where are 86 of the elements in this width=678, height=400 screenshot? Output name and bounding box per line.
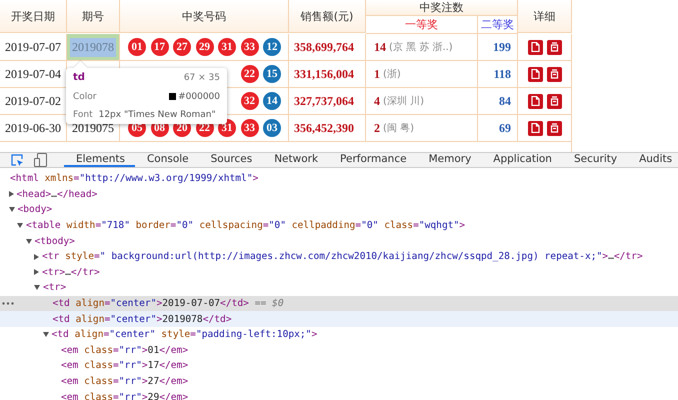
first-prize-count: 4 bbox=[374, 94, 380, 108]
first-prize-count: 2 bbox=[374, 120, 380, 136]
first-prize-regions: (京 黑 苏 浙..) bbox=[389, 40, 453, 54]
dom-node-line[interactable]: <head>…</head> bbox=[0, 186, 678, 202]
dom-node-line[interactable]: <tr>…</tr> bbox=[0, 264, 678, 280]
dom-node-line[interactable]: <em class="rr">17</em> bbox=[0, 358, 678, 374]
devtools-tab[interactable]: Sources bbox=[198, 153, 262, 167]
draw-date: 2019-07-02 bbox=[5, 94, 61, 108]
number-ball: 33 bbox=[240, 38, 258, 56]
column-header: 销售额(元) bbox=[289, 0, 366, 33]
number-ball: 32 bbox=[240, 92, 258, 110]
expanded-triangle-icon[interactable] bbox=[34, 285, 40, 290]
tooltip-label: Color bbox=[73, 92, 96, 102]
expanded-triangle-icon[interactable] bbox=[8, 207, 14, 212]
jar-icon[interactable] bbox=[546, 120, 562, 136]
dom-node-line[interactable]: <tr style=" background:url(http://images.zhcw.com/zhcw2010/kaijiang/zhcw/ssqpd_28.jpg) repeat-x;">…</tr> bbox=[0, 248, 678, 265]
column-header: 详细 bbox=[518, 0, 572, 33]
sales-amount: 327,737,064 bbox=[294, 94, 354, 108]
devtools-tab[interactable]: Application bbox=[481, 153, 562, 167]
number-ball: 03 bbox=[263, 119, 281, 137]
first-prize-count: 14 bbox=[374, 40, 386, 54]
document-icon[interactable] bbox=[528, 66, 542, 82]
column-header: 一等奖 bbox=[366, 16, 478, 34]
issue-number: 2019075 bbox=[71, 120, 115, 136]
tooltip-font: Font 12px "Times New Roman" bbox=[73, 110, 216, 120]
devtools-tab[interactable]: Memory bbox=[416, 153, 482, 167]
number-ball: 17 bbox=[150, 38, 168, 56]
collapsed-triangle-icon[interactable] bbox=[8, 191, 14, 198]
first-prize-regions: (浙) bbox=[383, 68, 401, 81]
collapsed-triangle-icon[interactable] bbox=[34, 254, 39, 260]
document-icon[interactable] bbox=[528, 120, 542, 136]
second-prize-count: 69 bbox=[499, 120, 511, 136]
number-ball: 22 bbox=[240, 65, 258, 83]
devtools-tab[interactable]: Security bbox=[562, 153, 628, 167]
first-prize-regions: (深圳 川) bbox=[383, 94, 424, 108]
number-ball: 29 bbox=[196, 38, 214, 56]
expanded-triangle-icon[interactable] bbox=[42, 332, 48, 338]
first-prize-regions: (闽 粤) bbox=[383, 122, 414, 135]
devtools-tab[interactable]: Network bbox=[262, 153, 328, 167]
more-icon[interactable] bbox=[2, 302, 14, 305]
jar-icon[interactable] bbox=[546, 40, 562, 54]
dom-node-line[interactable]: <tr> bbox=[0, 280, 678, 296]
tooltip-color-value: #000000 bbox=[169, 92, 220, 102]
dom-node-line[interactable]: <em class="rr">01</em> bbox=[0, 342, 678, 358]
expanded-triangle-icon[interactable] bbox=[26, 238, 32, 244]
sales-amount: 331,156,004 bbox=[294, 66, 354, 82]
number-ball: 12 bbox=[263, 38, 281, 56]
first-prize-count: 1 bbox=[374, 66, 380, 82]
number-ball: 27 bbox=[173, 38, 191, 56]
jar-icon[interactable] bbox=[546, 94, 562, 108]
tooltip-size: 67 × 35 bbox=[184, 72, 220, 82]
dom-node-line[interactable]: <body> bbox=[0, 202, 678, 218]
draw-date: 2019-06-30 bbox=[5, 120, 61, 136]
second-prize-count: 118 bbox=[494, 66, 511, 82]
expanded-triangle-icon[interactable] bbox=[17, 223, 23, 228]
number-ball: 31 bbox=[218, 38, 236, 56]
column-header: 中奖号码 bbox=[120, 0, 289, 33]
sales-amount: 356,452,390 bbox=[294, 120, 354, 136]
number-ball: 33 bbox=[240, 119, 258, 137]
sales-amount: 358,699,764 bbox=[294, 40, 354, 54]
document-icon[interactable] bbox=[528, 40, 542, 54]
column-header: 二等奖 bbox=[478, 16, 518, 34]
column-header: 开奖日期 bbox=[0, 0, 67, 33]
number-ball: 01 bbox=[128, 38, 146, 56]
draw-date: 2019-07-07 bbox=[5, 40, 61, 54]
dom-node-line[interactable]: <tbody> bbox=[0, 233, 678, 249]
second-prize-count: 84 bbox=[499, 94, 511, 108]
number-ball: 14 bbox=[263, 92, 281, 110]
devtools-tab[interactable]: Audits bbox=[627, 153, 678, 167]
draw-date: 2019-07-04 bbox=[5, 66, 61, 82]
document-icon[interactable] bbox=[528, 94, 542, 108]
devtools-tab[interactable]: Console bbox=[134, 153, 199, 167]
issue-number: 2019078 bbox=[70, 38, 116, 56]
dom-node-line[interactable]: <html xmlns="http://www.w3.org/1999/xhtml"> bbox=[0, 171, 678, 187]
devtools-tab[interactable]: Performance bbox=[328, 153, 417, 167]
dom-node-line[interactable]: <table width="718" border="0" cellspacing="0" cellpadding="0" class="wqhgt"> bbox=[0, 218, 678, 234]
column-header: 期号 bbox=[67, 0, 120, 33]
devtools-tab[interactable]: Elements bbox=[64, 153, 135, 167]
second-prize-count: 199 bbox=[493, 40, 511, 54]
jar-icon[interactable] bbox=[546, 66, 562, 82]
collapsed-triangle-icon[interactable] bbox=[34, 269, 39, 276]
column-header: 中奖注数 bbox=[366, 0, 518, 16]
dom-node-line[interactable]: <em class="rr">27</em> bbox=[0, 374, 678, 390]
dom-node-line[interactable]: <td align="center" style="padding-left:10px;"> bbox=[0, 326, 678, 343]
tooltip-tag: td bbox=[73, 72, 85, 83]
number-ball: 15 bbox=[263, 65, 281, 83]
